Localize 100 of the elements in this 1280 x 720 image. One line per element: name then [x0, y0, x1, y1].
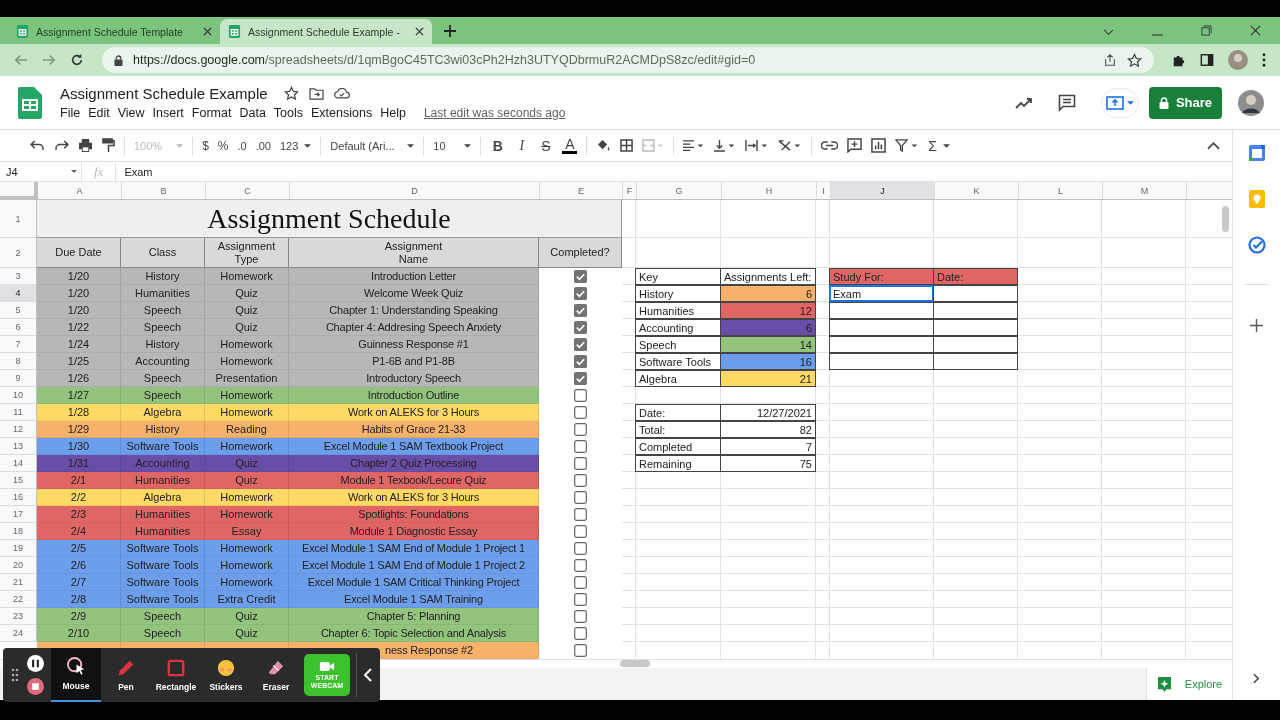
- table-cell[interactable]: [829, 336, 934, 353]
- table-cell[interactable]: [933, 353, 1018, 370]
- formula-field[interactable]: Exam: [116, 165, 153, 178]
- row-header[interactable]: 2: [0, 238, 37, 268]
- sheets-logo-icon[interactable]: [18, 86, 42, 119]
- row-header[interactable]: 23: [0, 608, 37, 625]
- row-header[interactable]: 6: [0, 319, 37, 336]
- menu-item[interactable]: Help: [380, 106, 413, 120]
- checkbox[interactable]: [574, 321, 587, 334]
- chevron-left-icon[interactable]: [364, 668, 372, 682]
- link-icon[interactable]: [821, 141, 839, 150]
- row-header[interactable]: 17: [0, 506, 37, 523]
- checkbox[interactable]: [574, 474, 587, 487]
- menu-item[interactable]: Data: [239, 106, 273, 120]
- row-header[interactable]: 13: [0, 438, 37, 455]
- tasks-icon[interactable]: [1247, 236, 1266, 254]
- format-button[interactable]: A: [562, 137, 578, 154]
- print-icon[interactable]: [78, 139, 93, 152]
- row-header[interactable]: 3: [0, 268, 37, 285]
- row-header[interactable]: 8: [0, 353, 37, 370]
- collapse-icon[interactable]: [1207, 141, 1220, 150]
- more-icon[interactable]: [1262, 53, 1266, 67]
- star-icon[interactable]: [283, 86, 299, 101]
- close-icon[interactable]: [415, 27, 424, 36]
- tool-button[interactable]: Mouse: [51, 648, 101, 702]
- functions-dropdown[interactable]: Σ: [928, 137, 950, 154]
- checkbox[interactable]: [574, 423, 587, 436]
- tool-button[interactable]: Rectangle: [151, 648, 201, 702]
- close-icon[interactable]: [203, 27, 212, 36]
- checkbox[interactable]: [574, 627, 587, 640]
- checkbox[interactable]: [574, 355, 587, 368]
- number-format-dropdown[interactable]: 123: [280, 139, 312, 152]
- last-edit-link[interactable]: Last edit was seconds ago: [423, 106, 566, 120]
- chevron-right-icon[interactable]: [1253, 673, 1260, 684]
- format-button[interactable]: S: [538, 137, 554, 154]
- row-header[interactable]: 19: [0, 540, 37, 557]
- menu-item[interactable]: Extensions: [311, 106, 380, 120]
- row-header[interactable]: 18: [0, 523, 37, 540]
- font-size-dropdown[interactable]: 10: [433, 139, 472, 152]
- checkbox[interactable]: [574, 559, 587, 572]
- menu-item[interactable]: View: [117, 106, 152, 120]
- table-cell[interactable]: [829, 302, 934, 319]
- trend-icon[interactable]: [1015, 96, 1033, 109]
- calendar-icon[interactable]: [1247, 144, 1266, 162]
- increase-decimal-button[interactable]: .00: [255, 139, 271, 152]
- checkbox[interactable]: [574, 525, 587, 538]
- row-header[interactable]: 5: [0, 302, 37, 319]
- menu-item[interactable]: Format: [191, 106, 239, 120]
- redo-icon[interactable]: [54, 140, 69, 151]
- row-header[interactable]: 11: [0, 404, 37, 421]
- browser-tab[interactable]: Assignment Schedule Template: [8, 19, 220, 44]
- table-cell[interactable]: [933, 302, 1018, 319]
- checkbox[interactable]: [574, 287, 587, 300]
- checkbox[interactable]: [574, 576, 587, 589]
- row-header[interactable]: 15: [0, 472, 37, 489]
- checkbox[interactable]: [574, 440, 587, 453]
- borders-icon[interactable]: [620, 139, 634, 152]
- currency-button[interactable]: $: [202, 138, 209, 153]
- table-cell[interactable]: Exam: [829, 285, 934, 302]
- add-comment-icon[interactable]: [847, 138, 863, 153]
- decrease-decimal-button[interactable]: .0: [237, 139, 247, 152]
- address-bar[interactable]: https://docs.google.com/spreadsheets/d/1qmBgoC45TC3wi03cPh2Hzh3UTYQDbrmuR2ACMDpS8zc/edit#gid=0: [102, 47, 1154, 73]
- undo-icon[interactable]: [30, 140, 45, 151]
- checkbox[interactable]: [574, 389, 587, 402]
- fill-color-icon[interactable]: [596, 139, 612, 152]
- checkbox[interactable]: [574, 610, 587, 623]
- avatar-icon[interactable]: [1238, 89, 1264, 116]
- checkbox[interactable]: [574, 542, 587, 555]
- menu-item[interactable]: File: [60, 106, 88, 120]
- explore-button[interactable]: Explore: [1146, 668, 1232, 700]
- checkbox[interactable]: [574, 270, 587, 283]
- table-cell[interactable]: [933, 285, 1018, 302]
- scrollbar[interactable]: [1222, 206, 1229, 232]
- table-cell[interactable]: [829, 353, 934, 370]
- name-box[interactable]: J4: [0, 162, 82, 181]
- checkbox[interactable]: [574, 372, 587, 385]
- document-title[interactable]: Assignment Schedule Example: [60, 85, 268, 102]
- row-header[interactable]: 14: [0, 455, 37, 472]
- share-button[interactable]: Share: [1149, 86, 1222, 119]
- checkbox[interactable]: [574, 593, 587, 606]
- table-cell[interactable]: [829, 319, 934, 336]
- row-header[interactable]: 22: [0, 591, 37, 608]
- checkbox[interactable]: [574, 457, 587, 470]
- sidebar-icon[interactable]: [1200, 53, 1214, 67]
- star-icon[interactable]: [1127, 52, 1142, 68]
- browser-tab[interactable]: Assignment Schedule Example -: [220, 19, 432, 44]
- column-header[interactable]: J: [831, 182, 935, 199]
- checkbox[interactable]: [574, 644, 587, 657]
- table-cell[interactable]: [933, 336, 1018, 353]
- font-dropdown[interactable]: Default (Ari...: [330, 139, 415, 152]
- comment-icon[interactable]: [1058, 93, 1076, 112]
- reload-icon[interactable]: [70, 53, 84, 67]
- row-header[interactable]: 10: [0, 387, 37, 404]
- share-icon[interactable]: [1103, 53, 1117, 67]
- checkbox[interactable]: [574, 338, 587, 351]
- checkbox[interactable]: [574, 508, 587, 521]
- row-header[interactable]: 1: [0, 200, 37, 238]
- menu-item[interactable]: Edit: [88, 106, 117, 120]
- folder-icon[interactable]: [308, 87, 324, 100]
- puzzle-icon[interactable]: [1172, 53, 1186, 67]
